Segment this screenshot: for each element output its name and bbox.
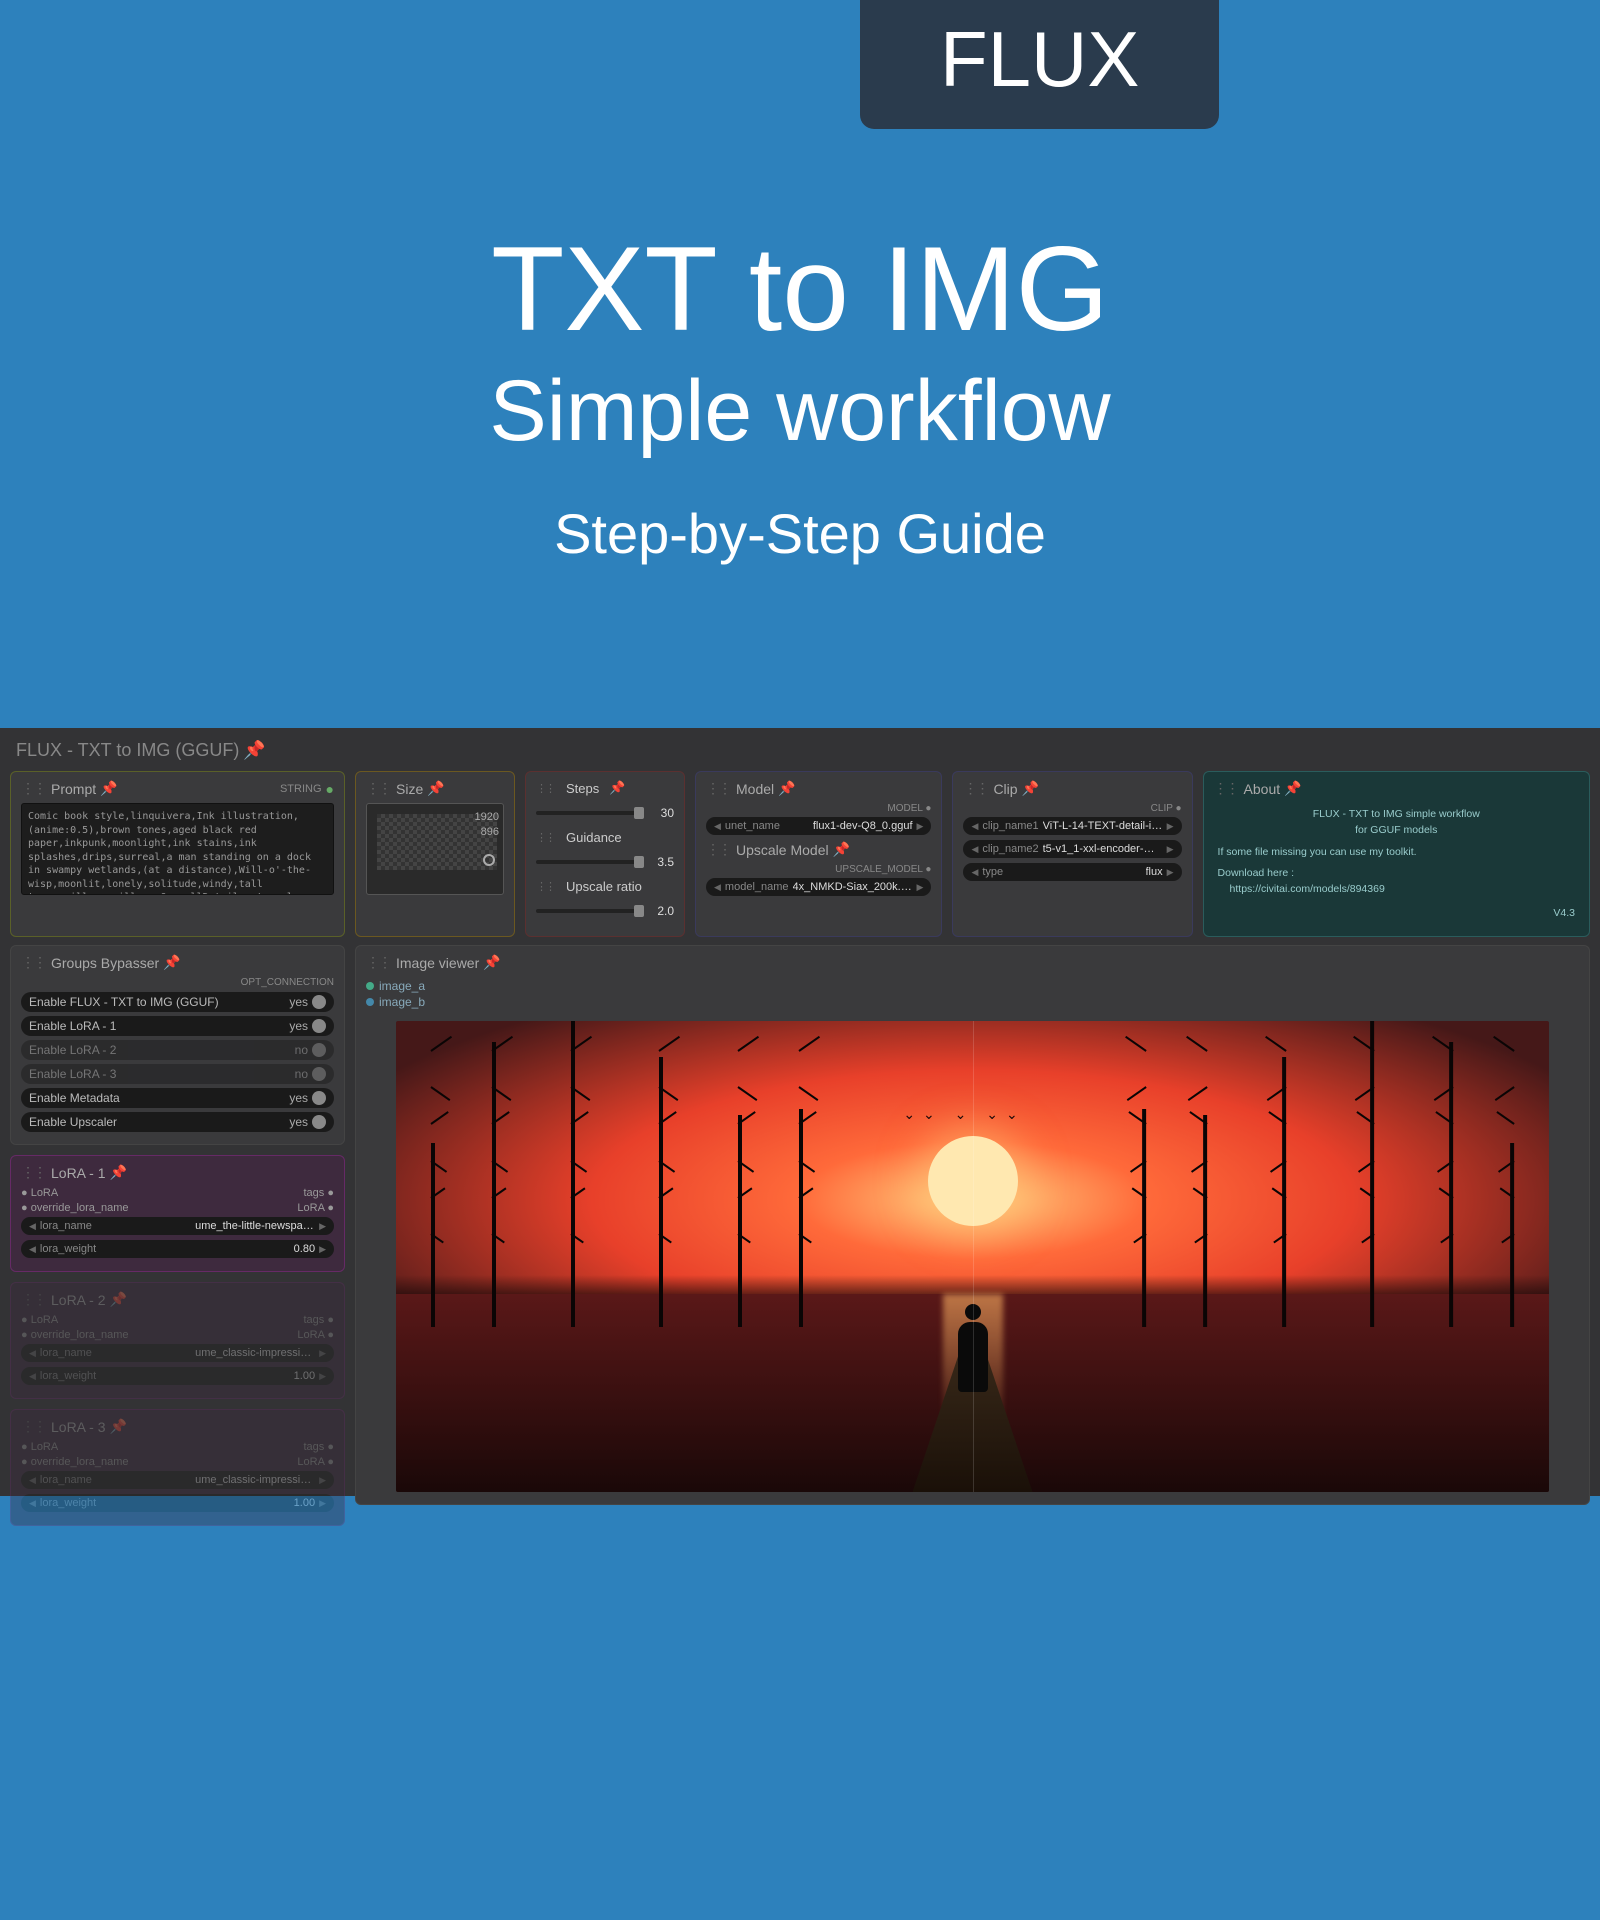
clip1-select[interactable]: ◀clip_name1ViT-L-14-TEXT-detail-impro...…	[963, 817, 1181, 835]
flux-badge: FLUX	[860, 0, 1219, 129]
size-canvas[interactable]: 1920896	[366, 803, 504, 895]
prompt-panel[interactable]: ⋮⋮Prompt📌STRING● Comic book style,linqui…	[10, 771, 345, 937]
steps-slider[interactable]	[536, 811, 644, 815]
lora-panel: ⋮⋮LoRA - 2📌 ● LoRAtags ● ● override_lora…	[10, 1282, 345, 1399]
clip-panel: ⋮⋮Clip📌 CLIP ● ◀clip_name1ViT-L-14-TEXT-…	[952, 771, 1192, 937]
bypass-toggle[interactable]: Enable LoRA - 1yes	[21, 1016, 334, 1036]
bypass-panel: ⋮⋮Groups Bypasser📌 OPT_CONNECTION Enable…	[10, 945, 345, 1145]
about-panel: ⋮⋮About📌 FLUX - TXT to IMG simple workfl…	[1203, 771, 1590, 937]
pin-icon[interactable]: 📌	[100, 780, 117, 797]
lora-name-select[interactable]: ◀lora_nameume_classic-impressionist.safe…	[21, 1344, 334, 1362]
prompt-text[interactable]: Comic book style,linquivera,Ink illustra…	[21, 803, 334, 895]
lora-name-select[interactable]: ◀lora_nameume_classic-impressionist.safe…	[21, 1471, 334, 1489]
upscale-slider[interactable]	[536, 909, 644, 913]
size-panel[interactable]: ⋮⋮Size📌 1920896	[355, 771, 515, 937]
lora-panel: ⋮⋮LoRA - 3📌 ● LoRAtags ● ● override_lora…	[10, 1409, 345, 1526]
clip-type-select[interactable]: ◀typeflux▶	[963, 863, 1181, 881]
params-panel: ⋮⋮Steps📌 30 ⋮⋮Guidance 3.5 ⋮⋮Upscale rat…	[525, 771, 685, 937]
upscale-model-select[interactable]: ◀model_name4x_NMKD-Siax_200k.pth▶	[706, 878, 931, 896]
image-viewer-panel: ⋮⋮Image viewer📌 image_a image_b ⌄⌄ ⌄ ⌄⌄	[355, 945, 1590, 1505]
clip2-select[interactable]: ◀clip_name2t5-v1_1-xxl-encoder-Q8_0.gguf…	[963, 840, 1181, 858]
lora-weight[interactable]: ◀lora_weight1.00▶	[21, 1367, 334, 1385]
image-a-option[interactable]: image_a	[366, 979, 1579, 993]
hero-subtitle: Simple workflow	[0, 362, 1600, 461]
lora-weight[interactable]: ◀lora_weight1.00▶	[21, 1494, 334, 1512]
hero-guide: Step-by-Step Guide	[0, 501, 1600, 566]
bypass-toggle[interactable]: Enable Upscaleryes	[21, 1112, 334, 1132]
hero: TXT to IMG Simple workflow Step-by-Step …	[0, 0, 1600, 566]
bypass-toggle[interactable]: Enable Metadatayes	[21, 1088, 334, 1108]
lora-panel: ⋮⋮LoRA - 1📌 ● LoRAtags ● ● override_lora…	[10, 1155, 345, 1272]
bypass-toggle[interactable]: Enable LoRA - 3no	[21, 1064, 334, 1084]
model-panel: ⋮⋮Model📌 MODEL ● ◀unet_nameflux1-dev-Q8_…	[695, 771, 942, 937]
lora-name-select[interactable]: ◀lora_nameume_the-little-newspaper.safet…	[21, 1217, 334, 1235]
app-window: FLUX - TXT to IMG (GGUF)📌 ⋮⋮Prompt📌STRIN…	[0, 728, 1600, 1496]
lora-weight[interactable]: ◀lora_weight0.80▶	[21, 1240, 334, 1258]
bypass-toggle[interactable]: Enable LoRA - 2no	[21, 1040, 334, 1060]
app-title: FLUX - TXT to IMG (GGUF)📌	[10, 736, 1590, 771]
resize-handle[interactable]	[483, 854, 495, 866]
hero-title: TXT to IMG	[0, 220, 1600, 358]
unet-select[interactable]: ◀unet_nameflux1-dev-Q8_0.gguf▶	[706, 817, 931, 835]
pin-icon[interactable]: 📌	[243, 740, 265, 760]
bypass-toggle[interactable]: Enable FLUX - TXT to IMG (GGUF)yes	[21, 992, 334, 1012]
grip-icon: ⋮⋮	[21, 780, 45, 797]
generated-image: ⌄⌄ ⌄ ⌄⌄	[396, 1021, 1549, 1492]
guidance-slider[interactable]	[536, 860, 644, 864]
image-b-option[interactable]: image_b	[366, 995, 1579, 1009]
